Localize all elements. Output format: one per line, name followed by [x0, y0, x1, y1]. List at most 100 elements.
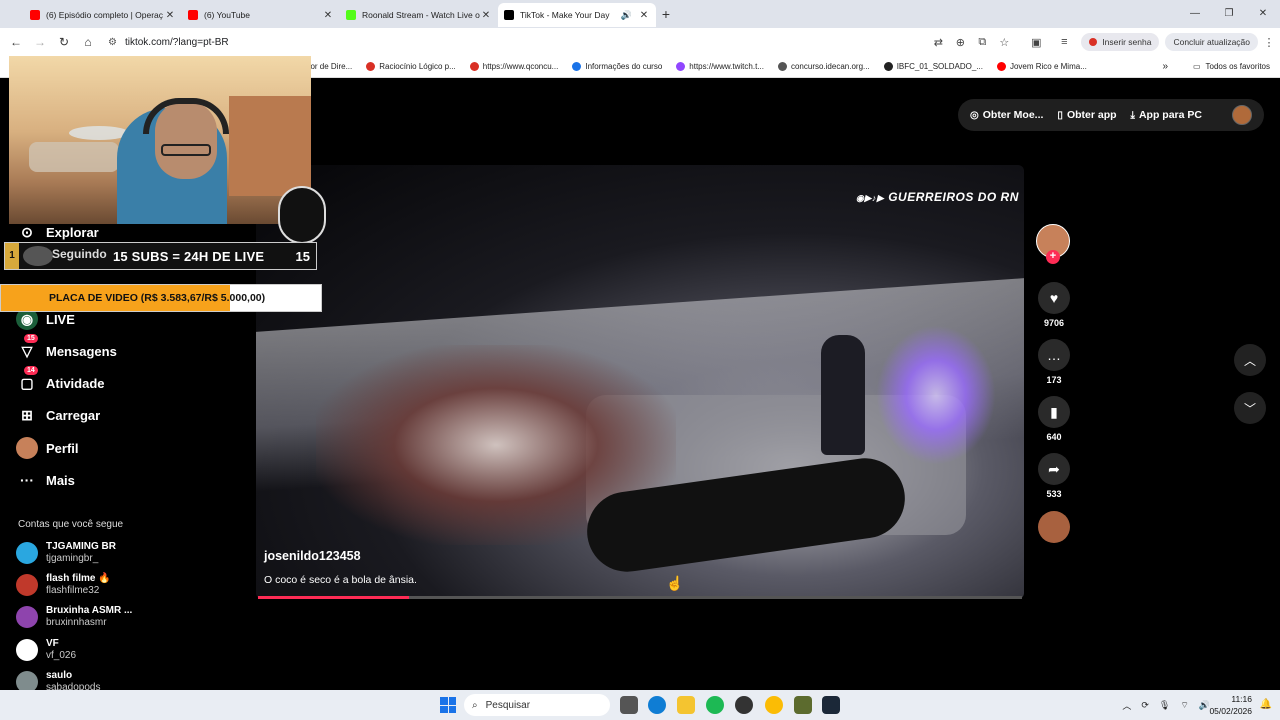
password-button[interactable]: Inserir senha	[1081, 33, 1160, 51]
tab-1[interactable]: (6) YouTube ✕	[182, 3, 340, 27]
sidebar-item-more[interactable]: ··· Mais	[16, 469, 75, 491]
save-button[interactable]: ▮ 640	[1036, 396, 1072, 442]
chrome-icon[interactable]	[765, 696, 783, 714]
sync-icon[interactable]: ⟳	[1141, 700, 1149, 711]
site-info-icon[interactable]: ⚙	[108, 37, 117, 48]
all-bookmarks-button[interactable]: ▭ Todos os favoritos	[1193, 62, 1270, 71]
close-tab-icon[interactable]: ✕	[164, 10, 176, 21]
extensions-icon[interactable]: ▣	[1025, 36, 1047, 49]
new-tab-button[interactable]: +	[656, 6, 676, 22]
steam-icon[interactable]	[822, 696, 840, 714]
pc-app-label: App para PC	[1138, 109, 1202, 121]
bookmark-7[interactable]: Jovem Rico e Mima...	[996, 62, 1087, 71]
video-scene	[876, 325, 996, 465]
close-tab-icon[interactable]: ✕	[322, 10, 334, 21]
like-button[interactable]: ♥ 9706	[1036, 282, 1072, 328]
edge-icon[interactable]	[648, 696, 666, 714]
share-button[interactable]: ➦ 533	[1036, 453, 1072, 499]
account-name: VF	[46, 638, 59, 649]
menu-icon[interactable]: ⋮	[1258, 36, 1280, 49]
taskbar-search[interactable]: ⌕ Pesquisar	[464, 694, 610, 716]
following-account[interactable]: VF vf_026	[16, 638, 76, 662]
bookmark-2[interactable]: https://www.qconcu...	[469, 62, 558, 71]
folder-icon[interactable]	[677, 696, 695, 714]
video-progress-bar[interactable]	[258, 596, 1022, 599]
subs-rank: 1	[5, 243, 19, 269]
bookmark-0[interactable]: dor de Dire...	[306, 62, 352, 71]
back-icon[interactable]: ←	[4, 35, 28, 49]
next-video-button[interactable]: ﹀	[1234, 392, 1266, 424]
music-disc[interactable]	[1038, 511, 1070, 543]
user-avatar[interactable]	[1232, 105, 1252, 125]
upload-icon: ⊞	[21, 406, 33, 423]
sidebar-item-activity[interactable]: ▢ 14 Atividade	[16, 366, 105, 394]
video-player[interactable]: ◉▶♪▶ GUERREIROS DO RN josenildo123458 O c…	[256, 165, 1024, 599]
update-label: Concluir atualização	[1173, 37, 1250, 47]
forward-icon[interactable]: →	[28, 35, 52, 49]
hand-cursor-icon: ☝	[666, 575, 684, 591]
app-icon[interactable]	[794, 696, 812, 714]
zoom-icon[interactable]: ⊕	[949, 36, 971, 49]
sidebar-item-explore[interactable]: ⊙ Explorar	[16, 221, 99, 243]
previous-video-button[interactable]: ︿	[1234, 344, 1266, 376]
volume-icon[interactable]: 🔊	[1199, 700, 1210, 711]
task-view-icon[interactable]	[620, 696, 638, 714]
get-app-button[interactable]: ▯ Obter app	[1057, 109, 1116, 121]
notification-icon[interactable]: 🔔	[1260, 699, 1272, 710]
more-icon: ···	[20, 472, 34, 488]
bookmark-3[interactable]: Informações do curso	[572, 62, 662, 71]
sidebar-item-label: Mais	[46, 472, 75, 488]
chevron-up-icon[interactable]: ︿	[1122, 699, 1131, 712]
install-icon[interactable]: ⧉	[971, 36, 993, 49]
wifi-icon[interactable]: ⌔	[1180, 700, 1188, 711]
watermark-text: GUERREIROS DO RN	[888, 190, 1019, 204]
account-handle: tjgamingbr_	[46, 553, 99, 564]
bookmarks-overflow-icon[interactable]: »	[1162, 61, 1168, 72]
mic-icon[interactable]: 🎙	[1159, 700, 1170, 711]
bookmark-5[interactable]: concurso.idecan.org...	[777, 62, 870, 71]
clock[interactable]: 11:16 05/02/2026	[1209, 693, 1252, 717]
update-button[interactable]: Concluir atualização	[1165, 33, 1258, 51]
reload-icon[interactable]: ↻	[52, 35, 76, 49]
video-caption: O coco é seco é a bola de ânsia.	[264, 574, 417, 586]
minimize-icon[interactable]: —	[1178, 0, 1212, 28]
sidebar-item-following[interactable]: Seguindo	[52, 247, 107, 261]
following-account[interactable]: Bruxinha ASMR ... bruxinnhasmr	[16, 605, 132, 629]
follow-plus-icon[interactable]: +	[1046, 250, 1060, 264]
bookmark-6[interactable]: IBFC_01_SOLDADO_...	[883, 62, 983, 71]
get-coins-button[interactable]: ◎ Obter Moe...	[970, 109, 1043, 121]
pc-app-button[interactable]: ⤓ App para PC	[1131, 109, 1202, 121]
tab-0[interactable]: (6) Episódio completo | Operaç ✕	[24, 3, 182, 27]
url-text: tiktok.com/?lang=pt-BR	[124, 36, 229, 48]
alert-icon	[1089, 38, 1098, 46]
bookmark-favicon-icon	[996, 62, 1006, 71]
speaker-icon[interactable]: 🔊	[621, 10, 632, 21]
sidebar-item-label: Explorar	[46, 224, 99, 240]
star-icon[interactable]: ☆	[993, 36, 1015, 49]
reading-list-icon[interactable]: ≡	[1053, 36, 1075, 48]
translate-icon[interactable]: ⇄	[927, 36, 949, 49]
spotify-icon[interactable]	[706, 696, 724, 714]
sidebar-item-profile[interactable]: Perfil	[16, 437, 79, 459]
close-tab-icon[interactable]: ✕	[480, 10, 492, 21]
windows-start-icon[interactable]	[440, 697, 456, 713]
bookmark-1[interactable]: Raciocínio Lógico p...	[366, 62, 456, 71]
sidebar-item-messages[interactable]: ▽ 15 Mensagens	[16, 334, 117, 362]
obs-icon[interactable]	[735, 696, 753, 714]
following-account[interactable]: flash filme 🔥 flashfilme32	[16, 573, 111, 597]
tab-2[interactable]: Roonald Stream - Watch Live o ✕	[340, 3, 498, 27]
video-username[interactable]: josenildo123458	[264, 549, 361, 563]
comment-button[interactable]: … 173	[1036, 339, 1072, 385]
close-tab-icon[interactable]: ✕	[638, 10, 650, 21]
following-account[interactable]: TJGAMING BR tjgamingbr_	[16, 541, 116, 565]
address-bar[interactable]: ⚙ tiktok.com/?lang=pt-BR	[108, 37, 229, 48]
chevron-up-icon: ︿	[1243, 353, 1256, 368]
window-controls: — ❐ ✕	[1178, 0, 1280, 28]
tab-3[interactable]: TikTok - Make Your Day 🔊 ✕	[498, 3, 656, 27]
home-icon[interactable]: ⌂	[76, 35, 100, 49]
restore-icon[interactable]: ❐	[1212, 0, 1246, 28]
close-window-icon[interactable]: ✕	[1246, 0, 1280, 28]
bookmark-4[interactable]: https://www.twitch.t...	[676, 62, 764, 71]
browser-toolbar: ← → ↻ ⌂ ⚙ tiktok.com/?lang=pt-BR ⇄ ⊕ ⧉ ☆…	[0, 28, 1280, 56]
sidebar-item-upload[interactable]: ⊞ Carregar	[16, 404, 100, 426]
